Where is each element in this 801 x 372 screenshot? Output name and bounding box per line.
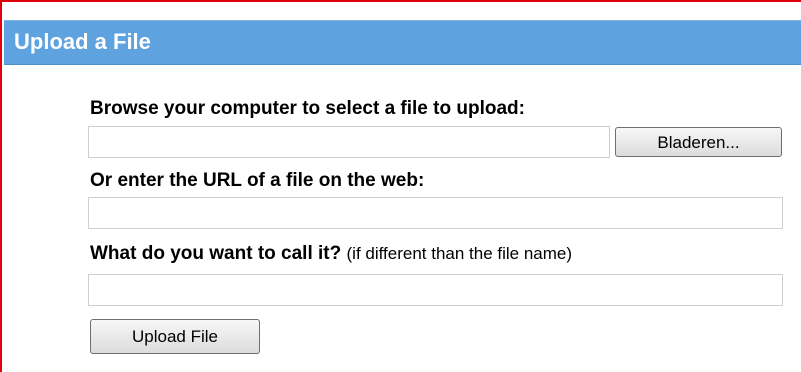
file-name-input[interactable] (88, 274, 783, 306)
browse-button[interactable]: Bladeren... (615, 127, 782, 157)
panel-header: Upload a File (4, 20, 801, 65)
upload-file-button[interactable]: Upload File (90, 319, 260, 354)
file-name-label-text: What do you want to call it? (90, 243, 342, 264)
url-label: Or enter the URL of a file on the web: (90, 170, 425, 191)
browse-label: Browse your computer to select a file to… (90, 98, 525, 119)
page-title: Upload a File (14, 29, 151, 54)
file-path-input[interactable] (88, 126, 610, 158)
file-name-label: What do you want to call it? (if differe… (90, 243, 572, 265)
upload-panel: Upload a File Browse your computer to se… (0, 0, 801, 372)
url-input[interactable] (88, 197, 783, 229)
file-name-hint: (if different than the file name) (346, 244, 573, 263)
